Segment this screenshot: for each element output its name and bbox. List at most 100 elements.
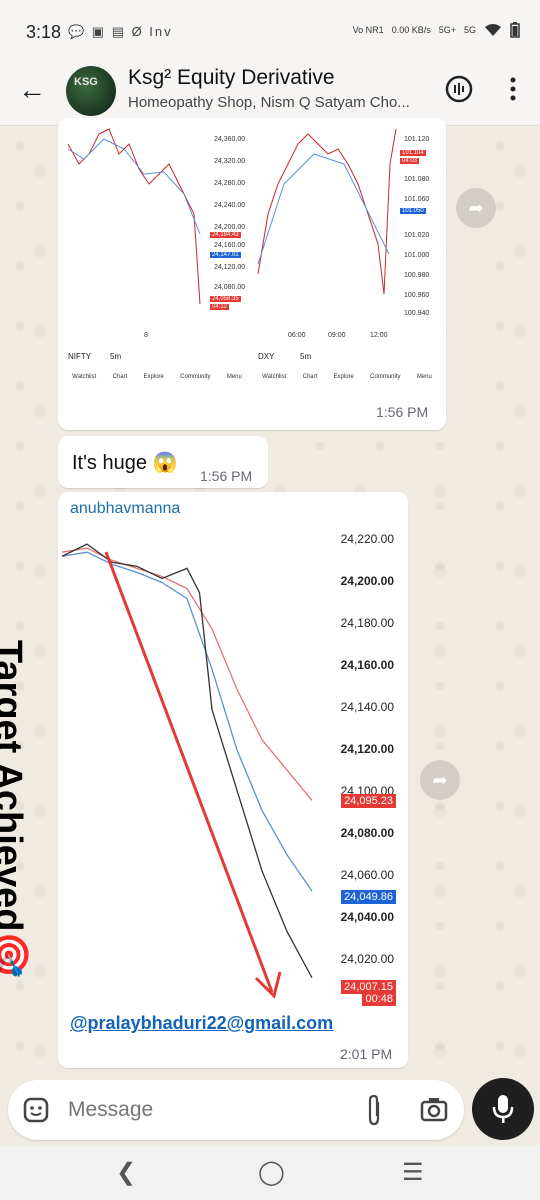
message-timestamp: 2:01 PM: [340, 1046, 393, 1062]
nifty-symbol: NIFTY: [68, 352, 92, 361]
dxy-x-label: 09:00: [328, 332, 346, 339]
back-arrow-icon[interactable]: ←: [18, 74, 46, 106]
tab-chart: Chart: [112, 374, 128, 380]
message-timestamp: 1:56 PM: [376, 404, 429, 420]
message-input[interactable]: [68, 1098, 328, 1122]
y-tick-label: 24,060.00: [340, 868, 394, 882]
nifty-price-tag: 24,147.01: [210, 252, 241, 258]
dxy-y-label: 100.940: [404, 310, 430, 317]
dxy-y-label: 101.080: [404, 176, 430, 183]
tab-explore: Explore: [143, 374, 164, 380]
chat-subtitle[interactable]: Homeopathy Shop, Nism Q Satyam Cho...: [128, 94, 428, 111]
chat-title[interactable]: Ksg² Equity Derivative: [128, 66, 335, 90]
nifty-interval: 5m: [110, 352, 122, 361]
dxy-price-tag: 101.104: [400, 150, 426, 156]
y-tick-label: 24,160.00: [340, 658, 394, 672]
forward-icon[interactable]: ➦: [420, 760, 460, 800]
attach-icon[interactable]: [362, 1094, 386, 1126]
y-tick-label: 24,200.00: [340, 574, 394, 588]
nifty-price-tag: 24,184.43: [210, 232, 241, 238]
nifty-y-label: 24,200.00: [214, 224, 246, 231]
dxy-tabbar: Watchlist Chart Explore Community Menu: [254, 374, 440, 380]
nifty-y-label: 24,160.00: [214, 242, 246, 249]
dxy-price-tag: 101.050: [400, 208, 426, 214]
price-tag-blue: 24,049.86: [341, 890, 396, 904]
nav-home-icon[interactable]: ◯: [258, 1158, 285, 1187]
dxy-symbol: DXY: [258, 352, 275, 361]
y-tick-label: 24,140.00: [340, 700, 394, 714]
status-right: Vo NR1 0.00 KB/s 5G+ 5G: [353, 22, 520, 38]
voice-chat-icon[interactable]: [444, 74, 474, 104]
system-nav-bar: ❮ ◯ ☰: [0, 1146, 540, 1200]
tab-community: Community: [370, 374, 401, 380]
network-label: Vo NR1: [352, 25, 384, 35]
message-composer[interactable]: [8, 1080, 464, 1140]
nifty-y-label: 24,080.00: [214, 284, 246, 291]
tab-watchlist: Watchlist: [262, 374, 287, 380]
y-tick-label: 24,080.00: [340, 826, 394, 840]
price-tag-time: 00:48: [362, 992, 396, 1006]
nifty-price-tag: 24,058.35: [210, 296, 241, 302]
message-timestamp: 1:56 PM: [200, 468, 253, 484]
avatar-text: KSG: [74, 76, 98, 88]
battery-icon: [510, 22, 520, 38]
mic-icon: [492, 1095, 514, 1123]
dxy-x-label: 12:00: [370, 332, 388, 339]
tab-explore: Explore: [333, 374, 354, 380]
more-options-icon[interactable]: [498, 74, 528, 104]
dxy-y-label: 101.000: [404, 252, 430, 259]
wifi-icon: [485, 24, 501, 36]
y-tick-label: 24,120.00: [340, 742, 394, 756]
dxy-y-label: 100.980: [404, 272, 430, 279]
nav-recents-icon[interactable]: ☰: [402, 1158, 424, 1187]
avatar[interactable]: KSG: [66, 66, 116, 116]
red-arrow-line: [104, 551, 274, 993]
image-message-bubble[interactable]: 24,360.00 24,320.00 24,280.00 24,240.00 …: [58, 118, 446, 430]
dxy-y-label: 101.020: [404, 232, 430, 239]
dxy-y-label: 101.120: [404, 136, 430, 143]
nifty-y-label: 24,240.00: [214, 202, 246, 209]
nifty-x-label: 8: [144, 332, 148, 339]
status-bar: 3:18 💬 ▣ ▤ Ø Inv Vo NR1 0.00 KB/s 5G+ 5G: [0, 0, 540, 62]
nifty-chart-thumb: 24,360.00 24,320.00 24,280.00 24,240.00 …: [64, 124, 250, 388]
chart-series-line: [61, 543, 313, 979]
nav-back-icon[interactable]: ❮: [116, 1158, 136, 1187]
speed-label: 0.00 KB/s: [391, 25, 431, 35]
sender-name[interactable]: anubhavmanna: [70, 500, 180, 518]
tab-watchlist: Watchlist: [72, 374, 97, 380]
dxy-interval: 5m: [300, 352, 312, 361]
dxy-y-label: 101.060: [404, 196, 430, 203]
tab-menu: Menu: [416, 374, 432, 380]
nifty-y-label: 24,360.00: [214, 136, 246, 143]
message-text: It's huge 😱: [72, 452, 178, 474]
sticker-icon[interactable]: [22, 1096, 50, 1124]
y-tick-label: 24,220.00: [340, 532, 394, 546]
dxy-y-label: 100.960: [404, 292, 430, 299]
camera-icon[interactable]: [420, 1096, 448, 1122]
tab-menu: Menu: [226, 374, 242, 380]
target-chart[interactable]: 24,220.00 24,200.00 24,180.00 24,160.00 …: [61, 522, 404, 1006]
text-message-bubble[interactable]: It's huge 😱 1:56 PM: [58, 436, 268, 488]
nifty-y-label: 24,280.00: [214, 180, 246, 187]
nifty-tag-time: 04:12: [210, 304, 230, 310]
status-app-icons: 💬 ▣ ▤ Ø Inv: [68, 24, 173, 39]
price-tag-red: 24,095.23: [341, 794, 396, 808]
forward-icon[interactable]: ➦: [456, 188, 496, 228]
y-tick-label: 24,180.00: [340, 616, 394, 630]
dxy-tag-time: 04:03: [400, 158, 420, 164]
dxy-x-label: 06:00: [288, 332, 306, 339]
signal1-label: 5G+: [438, 25, 456, 35]
y-tick-label: 24,040.00: [340, 910, 394, 924]
mic-button[interactable]: [472, 1078, 534, 1140]
target-chart-plot: [61, 543, 313, 999]
chat-header: ← KSG Ksg² Equity Derivative Homeopathy …: [0, 56, 540, 126]
nifty-tabbar: Watchlist Chart Explore Community Menu: [64, 374, 250, 380]
chart-series-line: [61, 551, 313, 892]
tab-community: Community: [180, 374, 211, 380]
tab-chart: Chart: [302, 374, 318, 380]
status-time: 3:18: [26, 22, 62, 42]
nifty-y-label: 24,320.00: [214, 158, 246, 165]
email-link[interactable]: @pralaybhaduri22@gmail.com: [70, 1013, 333, 1034]
nifty-y-label: 24,120.00: [214, 264, 246, 271]
y-tick-label: 24,020.00: [340, 952, 394, 966]
